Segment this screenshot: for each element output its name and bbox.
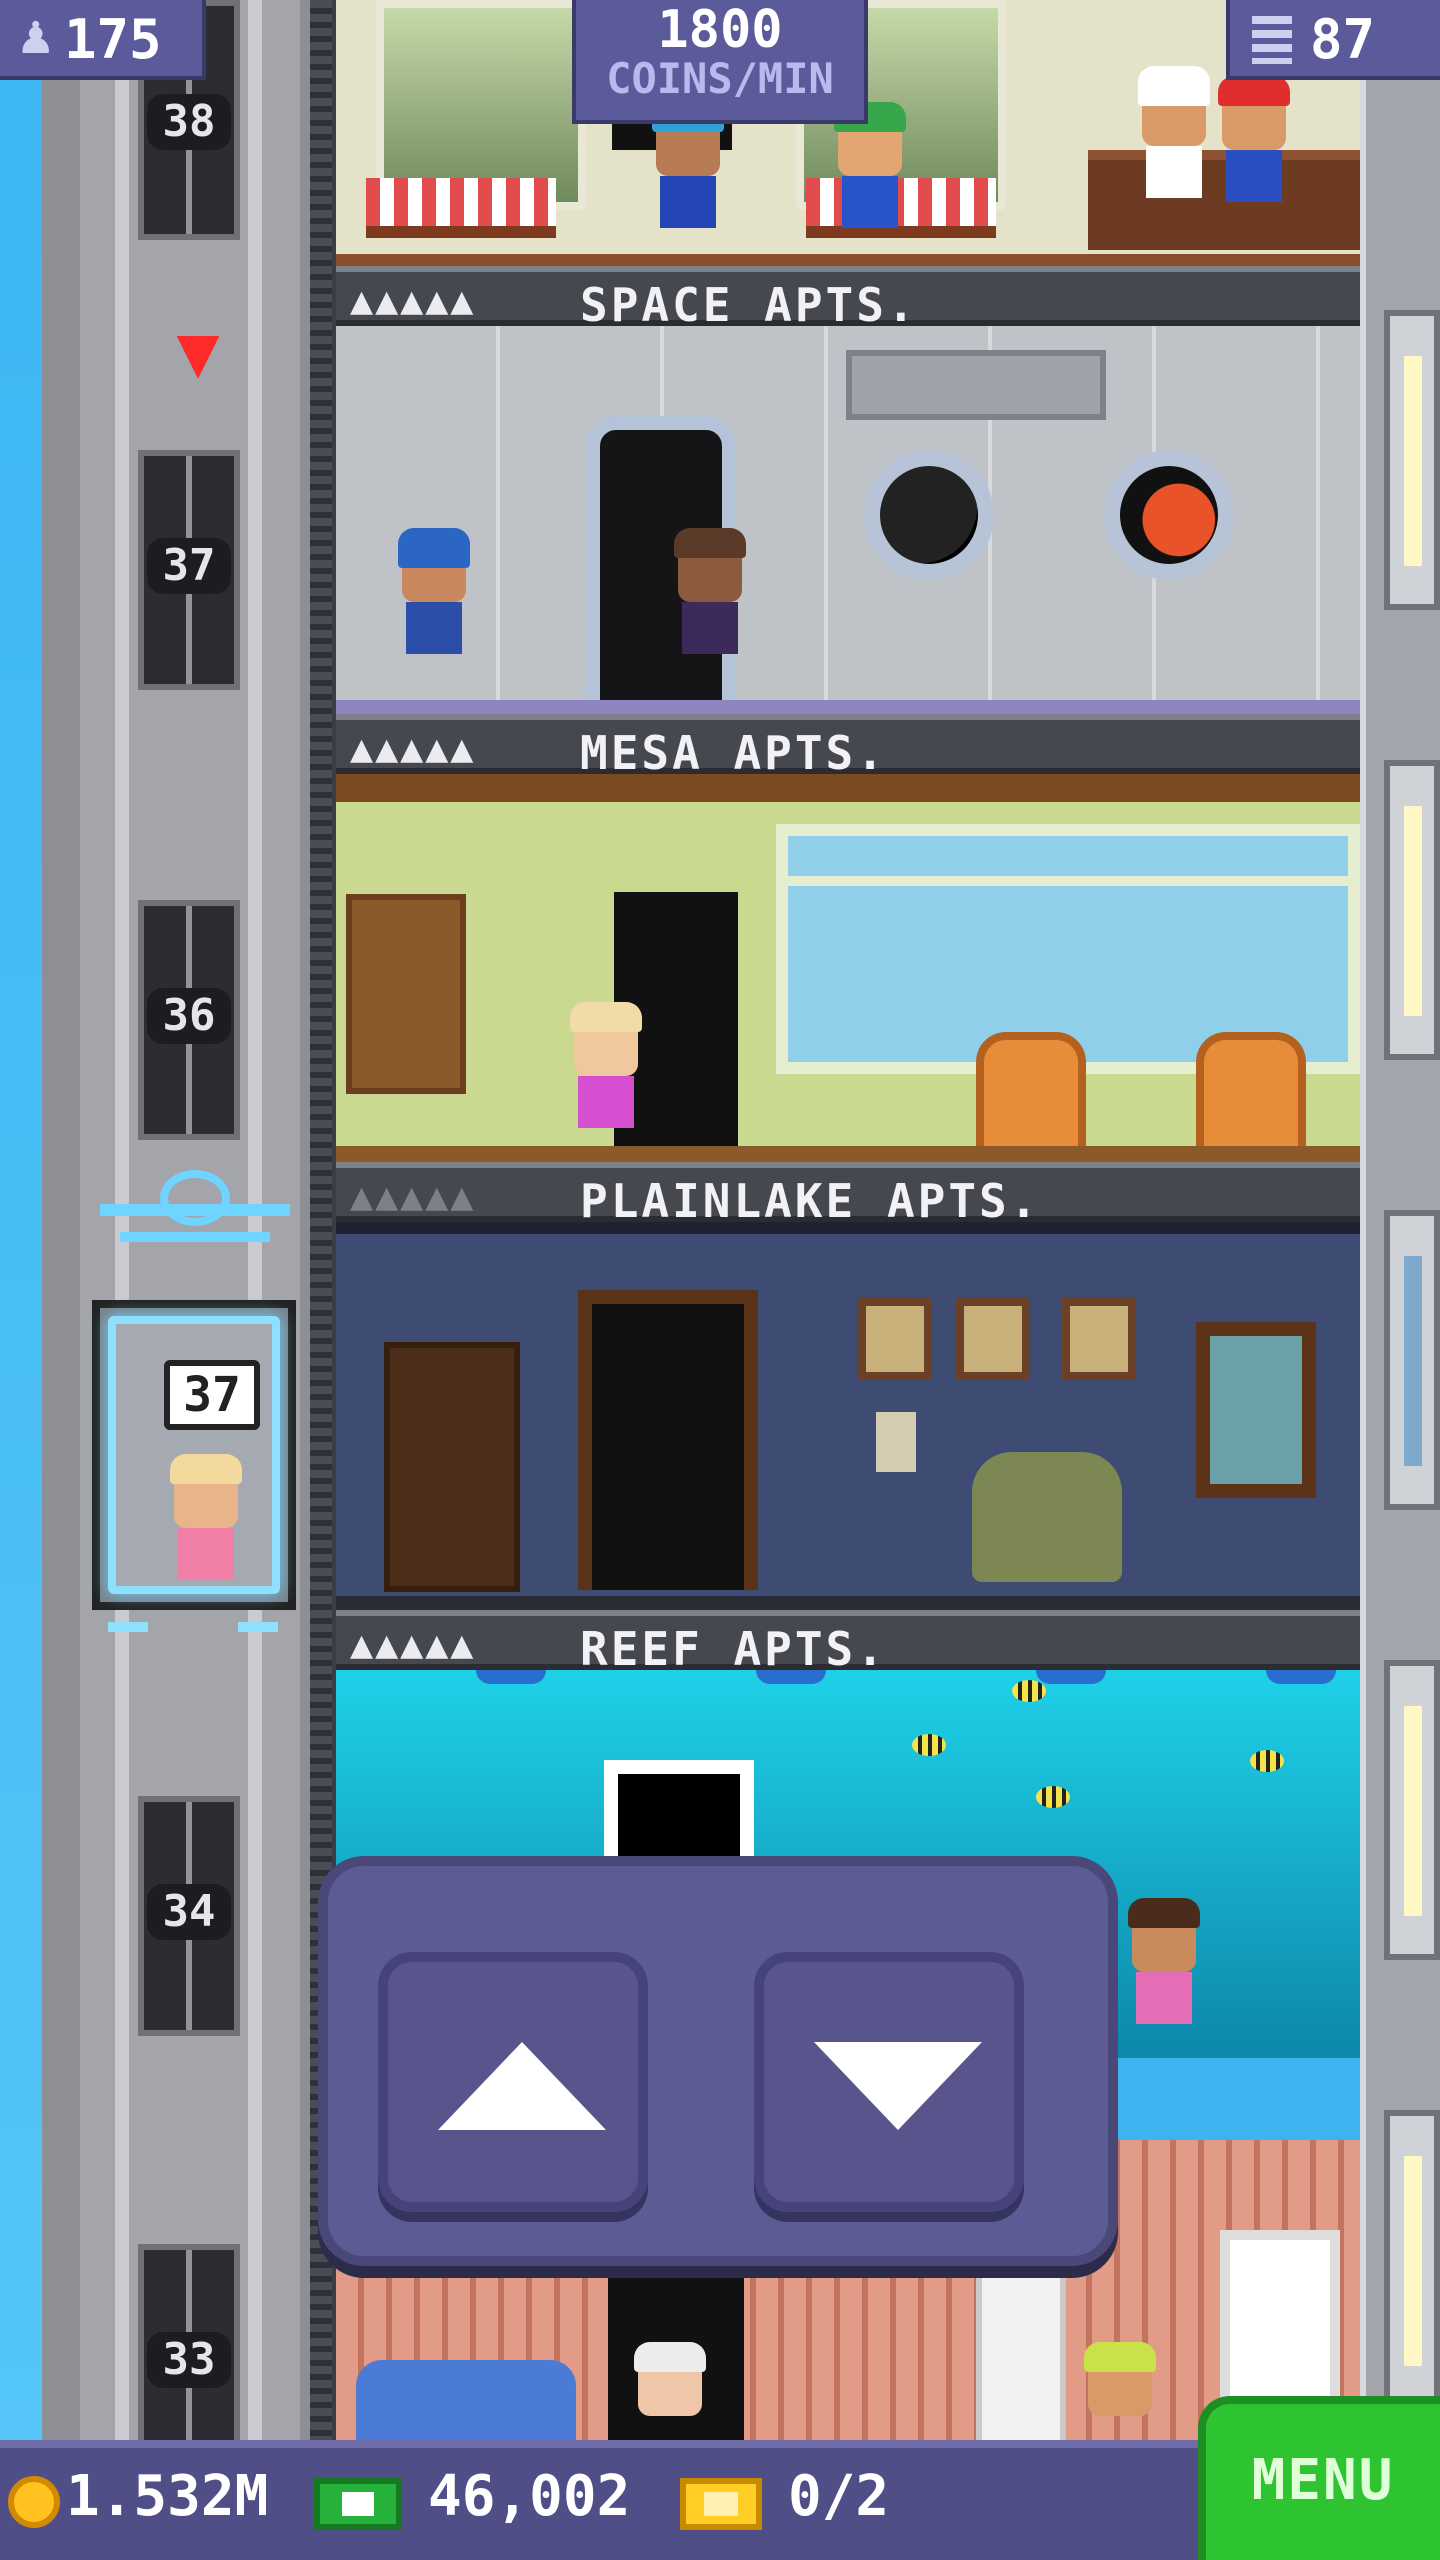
- coins-per-minute-value: 1800: [657, 0, 783, 60]
- picture-frame: [858, 1298, 932, 1380]
- coins-value: 1.532M: [66, 2464, 269, 2529]
- armchair: [972, 1452, 1122, 1582]
- sky: [0, 0, 42, 2560]
- floor-space-apts[interactable]: ▲▲▲▲▲ SPACE APTS.: [336, 266, 1360, 714]
- picture-frame: [1062, 1298, 1136, 1380]
- floor-number-label: 36: [147, 988, 231, 1044]
- elevator-control-pad: [318, 1856, 1118, 2266]
- elevator-stop-36[interactable]: 36: [130, 900, 248, 1140]
- worker-character[interactable]: [1216, 76, 1296, 234]
- side-window: [1384, 760, 1440, 1060]
- sofa: [356, 2360, 576, 2440]
- bookshelf: [384, 1342, 520, 1592]
- heart-icon: ▼: [176, 321, 220, 386]
- porthole-window: [1104, 450, 1234, 580]
- floor-mesa-apts[interactable]: ▲▲▲▲▲ MESA APTS.: [336, 714, 1360, 1162]
- elevator-down-button[interactable]: [754, 1952, 1024, 2212]
- elevator-passenger[interactable]: [168, 1454, 256, 1592]
- side-window: [1384, 1660, 1440, 1960]
- elevator-destination-sign: 37: [164, 1360, 260, 1430]
- dining-table: [366, 178, 556, 238]
- down-arrow-icon: [814, 2042, 982, 2130]
- menu-button[interactable]: MENU: [1198, 2396, 1440, 2560]
- fridge: [976, 2270, 1066, 2440]
- control-panel: [846, 350, 1106, 420]
- floor-count-value: 87: [1310, 8, 1376, 71]
- resident-character[interactable]: [672, 528, 752, 686]
- chef-character[interactable]: [1136, 66, 1216, 230]
- elevator-stop-37[interactable]: 37: [130, 450, 248, 690]
- lamp: [876, 1412, 916, 1472]
- fish-icon: [1036, 1786, 1070, 1808]
- side-window: [1384, 1210, 1440, 1510]
- floor-number-label: 34: [147, 1884, 231, 1940]
- fish-icon: [912, 1734, 946, 1756]
- bux-value: 46,002: [428, 2464, 631, 2529]
- menu-button-label: MENU: [1251, 2448, 1395, 2513]
- room-interior: [336, 1222, 1360, 1610]
- fish-icon: [1250, 1750, 1284, 1772]
- armchair: [976, 1032, 1086, 1162]
- up-arrow-icon: [438, 2042, 606, 2130]
- tickets-value: 0/2: [788, 2464, 890, 2529]
- picture-frame: [956, 1298, 1030, 1380]
- side-window: [1384, 2110, 1440, 2410]
- porthole-window: [864, 450, 994, 580]
- ticket-icon[interactable]: [680, 2478, 762, 2530]
- armchair: [1196, 1032, 1306, 1162]
- floor-plainlake-apts[interactable]: ▲▲▲▲▲ PLAINLAKE APTS.: [336, 1162, 1360, 1610]
- floor-label: ▲▲▲▲▲ REEF APTS.: [336, 1610, 1360, 1676]
- floor-label: ▲▲▲▲▲ PLAINLAKE APTS.: [336, 1162, 1360, 1228]
- resident-character[interactable]: [568, 1002, 648, 1160]
- resident-character[interactable]: [1082, 2342, 1162, 2440]
- building-icon: [1252, 16, 1292, 64]
- floor-number-label: 33: [147, 2332, 231, 2388]
- elevator-car-base: [108, 1622, 288, 1656]
- resident-count-icons: ▲▲▲▲▲: [350, 1180, 476, 1215]
- television: [604, 1760, 754, 1870]
- room-interior: [336, 774, 1360, 1162]
- coins-per-minute-unit: COINS/MIN: [606, 54, 834, 103]
- doorway: [578, 1290, 758, 1590]
- resident-character[interactable]: [632, 2342, 712, 2440]
- floor-name: PLAINLAKE APTS.: [580, 1174, 1041, 1228]
- person-icon: ♟: [16, 13, 56, 64]
- resident-count-icons: ▲▲▲▲▲: [350, 732, 476, 767]
- population-value: 175: [64, 8, 162, 71]
- floor-label: ▲▲▲▲▲ SPACE APTS.: [336, 266, 1360, 332]
- resident-character[interactable]: [396, 528, 476, 686]
- elevator-car[interactable]: 37: [92, 1300, 296, 1610]
- bookshelf: [346, 894, 466, 1094]
- window: [1196, 1322, 1316, 1498]
- floor-number-label: 37: [147, 538, 231, 594]
- population-counter[interactable]: ♟ 175: [0, 0, 206, 80]
- elevator-car-crest: [100, 1170, 290, 1290]
- coin-icon: [8, 2476, 60, 2528]
- resident-character[interactable]: [1126, 1898, 1206, 2056]
- elevator-stop-34[interactable]: 34: [130, 1796, 248, 2036]
- bux-icon[interactable]: [314, 2478, 402, 2530]
- fish-icon: [1012, 1680, 1046, 1702]
- resident-count-icons: ▲▲▲▲▲: [350, 284, 476, 319]
- customer-character[interactable]: [650, 102, 730, 240]
- floor-name: SPACE APTS.: [580, 278, 918, 332]
- floor-label: ▲▲▲▲▲ MESA APTS.: [336, 714, 1360, 780]
- room-interior: [336, 326, 1360, 714]
- floor-name: MESA APTS.: [580, 726, 887, 780]
- customer-character[interactable]: [832, 102, 912, 240]
- floor-counter[interactable]: 87: [1226, 0, 1440, 80]
- elevator-up-button[interactable]: [378, 1952, 648, 2212]
- floor-name: REEF APTS.: [580, 1622, 887, 1676]
- elevator-car-frame: 37: [108, 1316, 280, 1594]
- resident-count-icons: ▲▲▲▲▲: [350, 1628, 476, 1663]
- floor-number-label: 38: [147, 94, 231, 150]
- side-window: [1384, 310, 1440, 610]
- coins-per-minute-panel[interactable]: 1800 COINS/MIN: [572, 0, 868, 124]
